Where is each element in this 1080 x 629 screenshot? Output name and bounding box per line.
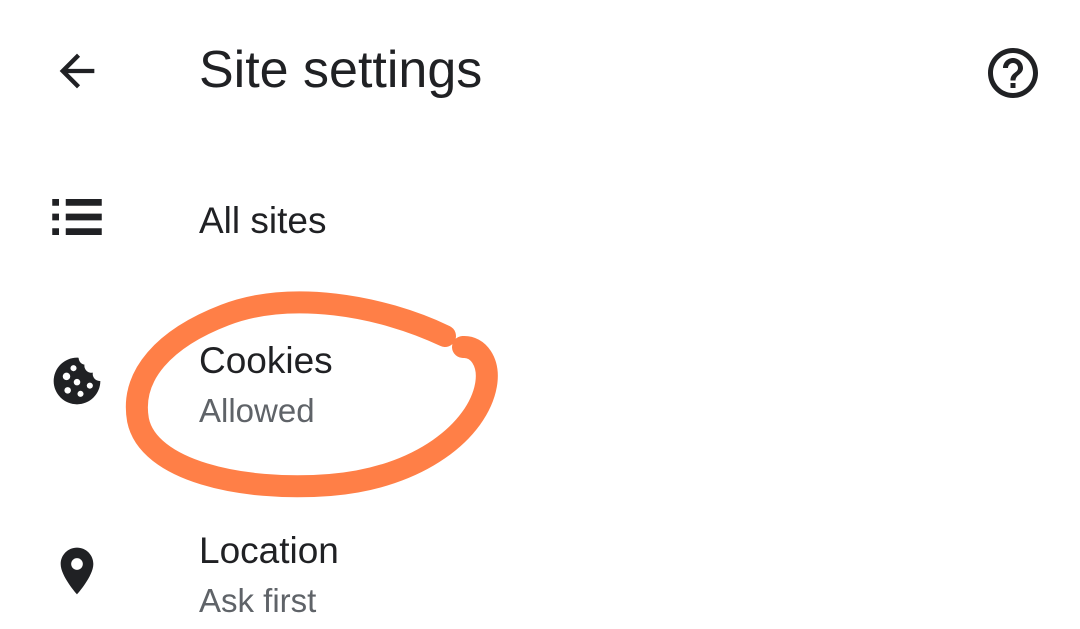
help-circle-icon	[988, 48, 1038, 98]
list-item-title: All sites	[199, 200, 327, 241]
back-button[interactable]	[46, 40, 108, 102]
list-item-subtitle: Ask first	[199, 582, 317, 619]
list-item-title: Cookies	[199, 340, 333, 381]
help-button[interactable]	[980, 40, 1046, 106]
list-item-title: Location	[199, 530, 339, 571]
list-item-all-sites[interactable]: All sites	[0, 178, 1080, 264]
arrow-back-icon	[59, 53, 95, 89]
cookie-icon	[46, 350, 108, 412]
list-item-cookies[interactable]: Cookies Allowed	[0, 326, 1080, 446]
list-item-location[interactable]: Location Ask first	[0, 516, 1080, 629]
list-icon	[46, 186, 108, 248]
list-item-subtitle: Allowed	[199, 392, 315, 429]
app-bar: Site settings	[0, 0, 1080, 140]
page-title: Site settings	[199, 41, 483, 99]
location-pin-icon	[46, 540, 108, 602]
